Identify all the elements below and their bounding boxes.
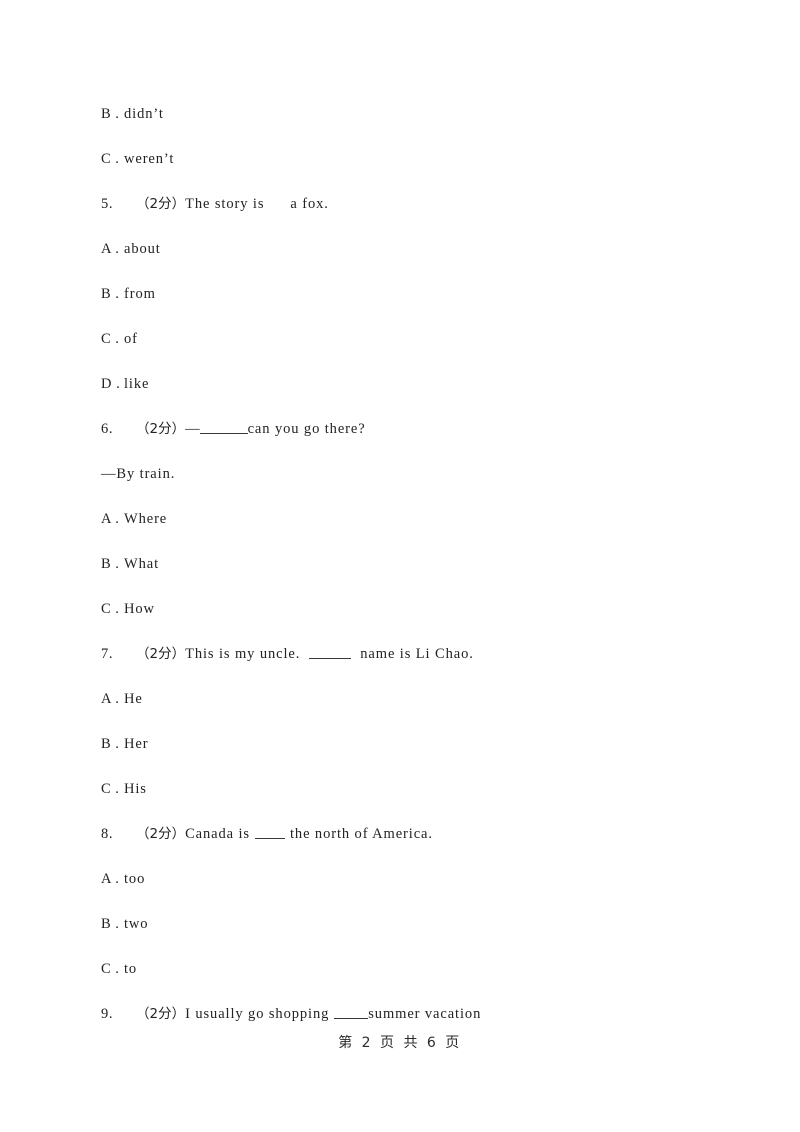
question-stem-after: can you go there? <box>247 421 366 437</box>
option-row: C . His <box>101 778 721 823</box>
option-label: B . <box>101 916 120 932</box>
question-score: （2分） <box>136 421 186 437</box>
question-number: 9. <box>101 1006 114 1022</box>
option-label: C . <box>101 781 120 797</box>
question-stem-before: I usually go shopping <box>185 1006 330 1022</box>
question-score: （2分） <box>136 196 186 212</box>
option-text: How <box>124 601 155 617</box>
option-text: too <box>124 871 146 887</box>
option-text: two <box>124 916 149 932</box>
question-number: 6. <box>101 421 114 437</box>
option-label: B . <box>101 556 120 572</box>
question-number: 5. <box>101 196 114 212</box>
option-text: His <box>124 781 147 797</box>
question-stem: 6. （2分）— can you go there? <box>101 418 721 463</box>
question-stem: 5. （2分）The story is a fox. <box>101 193 721 238</box>
option-label: A . <box>101 241 120 257</box>
option-row: B . Her <box>101 733 721 778</box>
option-row: C . of <box>101 328 721 373</box>
question-continuation-text: —By train. <box>101 466 176 482</box>
option-text: like <box>124 376 150 392</box>
option-row: A . about <box>101 238 721 283</box>
option-row: B . What <box>101 553 721 598</box>
question-score: （2分） <box>136 1006 186 1022</box>
question-stem-before: The story is <box>185 196 265 212</box>
option-label: C . <box>101 151 120 167</box>
question-continuation: —By train. <box>101 463 721 508</box>
option-label: B . <box>101 736 120 752</box>
answer-blank <box>254 825 285 839</box>
option-row: D . like <box>101 373 721 418</box>
question-stem-before: Canada is <box>185 826 250 842</box>
option-label: C . <box>101 961 120 977</box>
option-text: of <box>124 331 138 347</box>
option-label: A . <box>101 511 120 527</box>
option-row: C . How <box>101 598 721 643</box>
question-score: （2分） <box>136 826 186 842</box>
option-text: to <box>124 961 138 977</box>
option-row: A . Where <box>101 508 721 553</box>
option-label: D . <box>101 376 121 392</box>
option-label: C . <box>101 601 120 617</box>
page-footer: 第 2 页 共 6 页 <box>338 1035 462 1051</box>
option-row: C . to <box>101 958 721 1003</box>
option-label: A . <box>101 691 120 707</box>
option-text: didn’t <box>124 106 164 122</box>
option-text: What <box>124 556 160 572</box>
option-text: from <box>124 286 156 302</box>
answer-blank <box>199 420 248 434</box>
option-text: weren’t <box>124 151 175 167</box>
option-row: B . didn’t <box>101 103 721 148</box>
question-stem-after: name is Li Chao. <box>360 646 474 662</box>
question-score: （2分） <box>136 646 186 662</box>
option-text: about <box>124 241 161 257</box>
question-stem: 8. （2分）Canada is the north of America. <box>101 823 721 868</box>
question-list: B . didn’t C . weren’t 5. （2分）The story is a… <box>101 103 721 1048</box>
question-number: 8. <box>101 826 114 842</box>
question-stem: 7. （2分）This is my uncle. name is Li Chao. <box>101 643 721 688</box>
question-number: 7. <box>101 646 114 662</box>
option-label: A . <box>101 871 120 887</box>
question-stem-before: — <box>185 421 200 437</box>
option-text: Where <box>124 511 168 527</box>
option-text: He <box>124 691 143 707</box>
question-stem-after: the north of America. <box>289 826 433 842</box>
question-stem-before: This is my uncle. <box>185 646 301 662</box>
option-label: B . <box>101 286 120 302</box>
option-row: B . from <box>101 283 721 328</box>
option-label: C . <box>101 331 120 347</box>
option-row: A . He <box>101 688 721 733</box>
option-label: B . <box>101 106 120 122</box>
question-stem-after: summer vacation <box>368 1006 482 1022</box>
option-text: Her <box>124 736 149 752</box>
question-stem-after: a fox. <box>290 196 329 212</box>
answer-blank <box>334 1005 369 1019</box>
option-row: A . too <box>101 868 721 913</box>
document-page: B . didn’t C . weren’t 5. （2分）The story is a… <box>0 0 800 1132</box>
answer-blank <box>309 645 352 659</box>
option-row: C . weren’t <box>101 148 721 193</box>
option-row: B . two <box>101 913 721 958</box>
